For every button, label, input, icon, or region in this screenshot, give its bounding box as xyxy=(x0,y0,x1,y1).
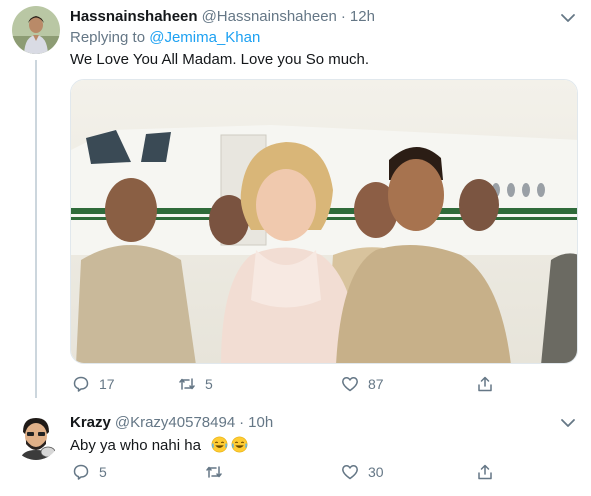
retweet-icon xyxy=(206,466,222,478)
reply-count: 5 xyxy=(99,464,107,480)
reply-icon xyxy=(73,376,89,392)
retweet-button[interactable] xyxy=(205,463,232,481)
share-button[interactable] xyxy=(476,463,494,481)
separator: · xyxy=(239,414,245,431)
display-name[interactable]: Krazy xyxy=(70,414,111,431)
reply-count: 17 xyxy=(99,376,115,392)
like-button[interactable]: 30 xyxy=(341,463,384,481)
timestamp[interactable]: 10h xyxy=(248,414,273,431)
avatar[interactable] xyxy=(12,6,60,54)
share-button[interactable] xyxy=(476,375,494,393)
retweet-icon xyxy=(179,378,195,390)
tweet-header: Krazy @Krazy40578494 · 10h xyxy=(70,414,551,434)
heart-icon xyxy=(342,465,358,480)
display-name[interactable]: Hassnainshaheen xyxy=(70,8,198,25)
share-icon xyxy=(478,376,492,392)
like-count: 30 xyxy=(368,464,384,480)
tweet-actions: 5 30 xyxy=(70,463,510,485)
user-handle[interactable]: @Krazy40578494 xyxy=(115,414,235,431)
tweet-header: Hassnainshaheen @Hassnainshaheen · 12h xyxy=(70,8,551,28)
tweet-text: Aby ya who nahi ha xyxy=(70,437,201,454)
reply-button[interactable]: 17 xyxy=(72,375,115,393)
reply-icon xyxy=(73,464,89,480)
avatar[interactable] xyxy=(12,412,60,460)
timestamp[interactable]: 12h xyxy=(350,8,375,25)
tweet-actions: 17 5 87 xyxy=(70,375,510,397)
mention-link[interactable]: @Jemima_Khan xyxy=(149,29,260,46)
replying-to: Replying to @Jemima_Khan xyxy=(70,29,260,46)
laughing-emoji-icon xyxy=(211,436,228,453)
tweet[interactable]: Krazy @Krazy40578494 · 10h Aby ya who na… xyxy=(0,400,591,496)
heart-icon xyxy=(342,377,358,392)
user-handle[interactable]: @Hassnainshaheen xyxy=(202,8,337,25)
retweet-count: 5 xyxy=(205,376,213,392)
reply-button[interactable]: 5 xyxy=(72,463,107,481)
tweet[interactable]: Hassnainshaheen @Hassnainshaheen · 12h R… xyxy=(0,0,591,400)
chevron-down-icon[interactable] xyxy=(559,9,577,27)
tweet-photo[interactable] xyxy=(70,79,578,364)
like-button[interactable]: 87 xyxy=(341,375,384,393)
laughing-emoji-icon xyxy=(231,436,248,453)
tweet-text-line: Aby ya who nahi ha xyxy=(70,436,248,454)
like-count: 87 xyxy=(368,376,384,392)
thread-line xyxy=(35,60,37,398)
share-icon xyxy=(478,464,492,480)
separator: · xyxy=(340,8,346,25)
replying-prefix: Replying to xyxy=(70,29,146,46)
tweet-text: We Love You All Madam. Love you So much. xyxy=(70,51,370,68)
chevron-down-icon[interactable] xyxy=(559,414,577,432)
retweet-button[interactable]: 5 xyxy=(178,375,213,393)
